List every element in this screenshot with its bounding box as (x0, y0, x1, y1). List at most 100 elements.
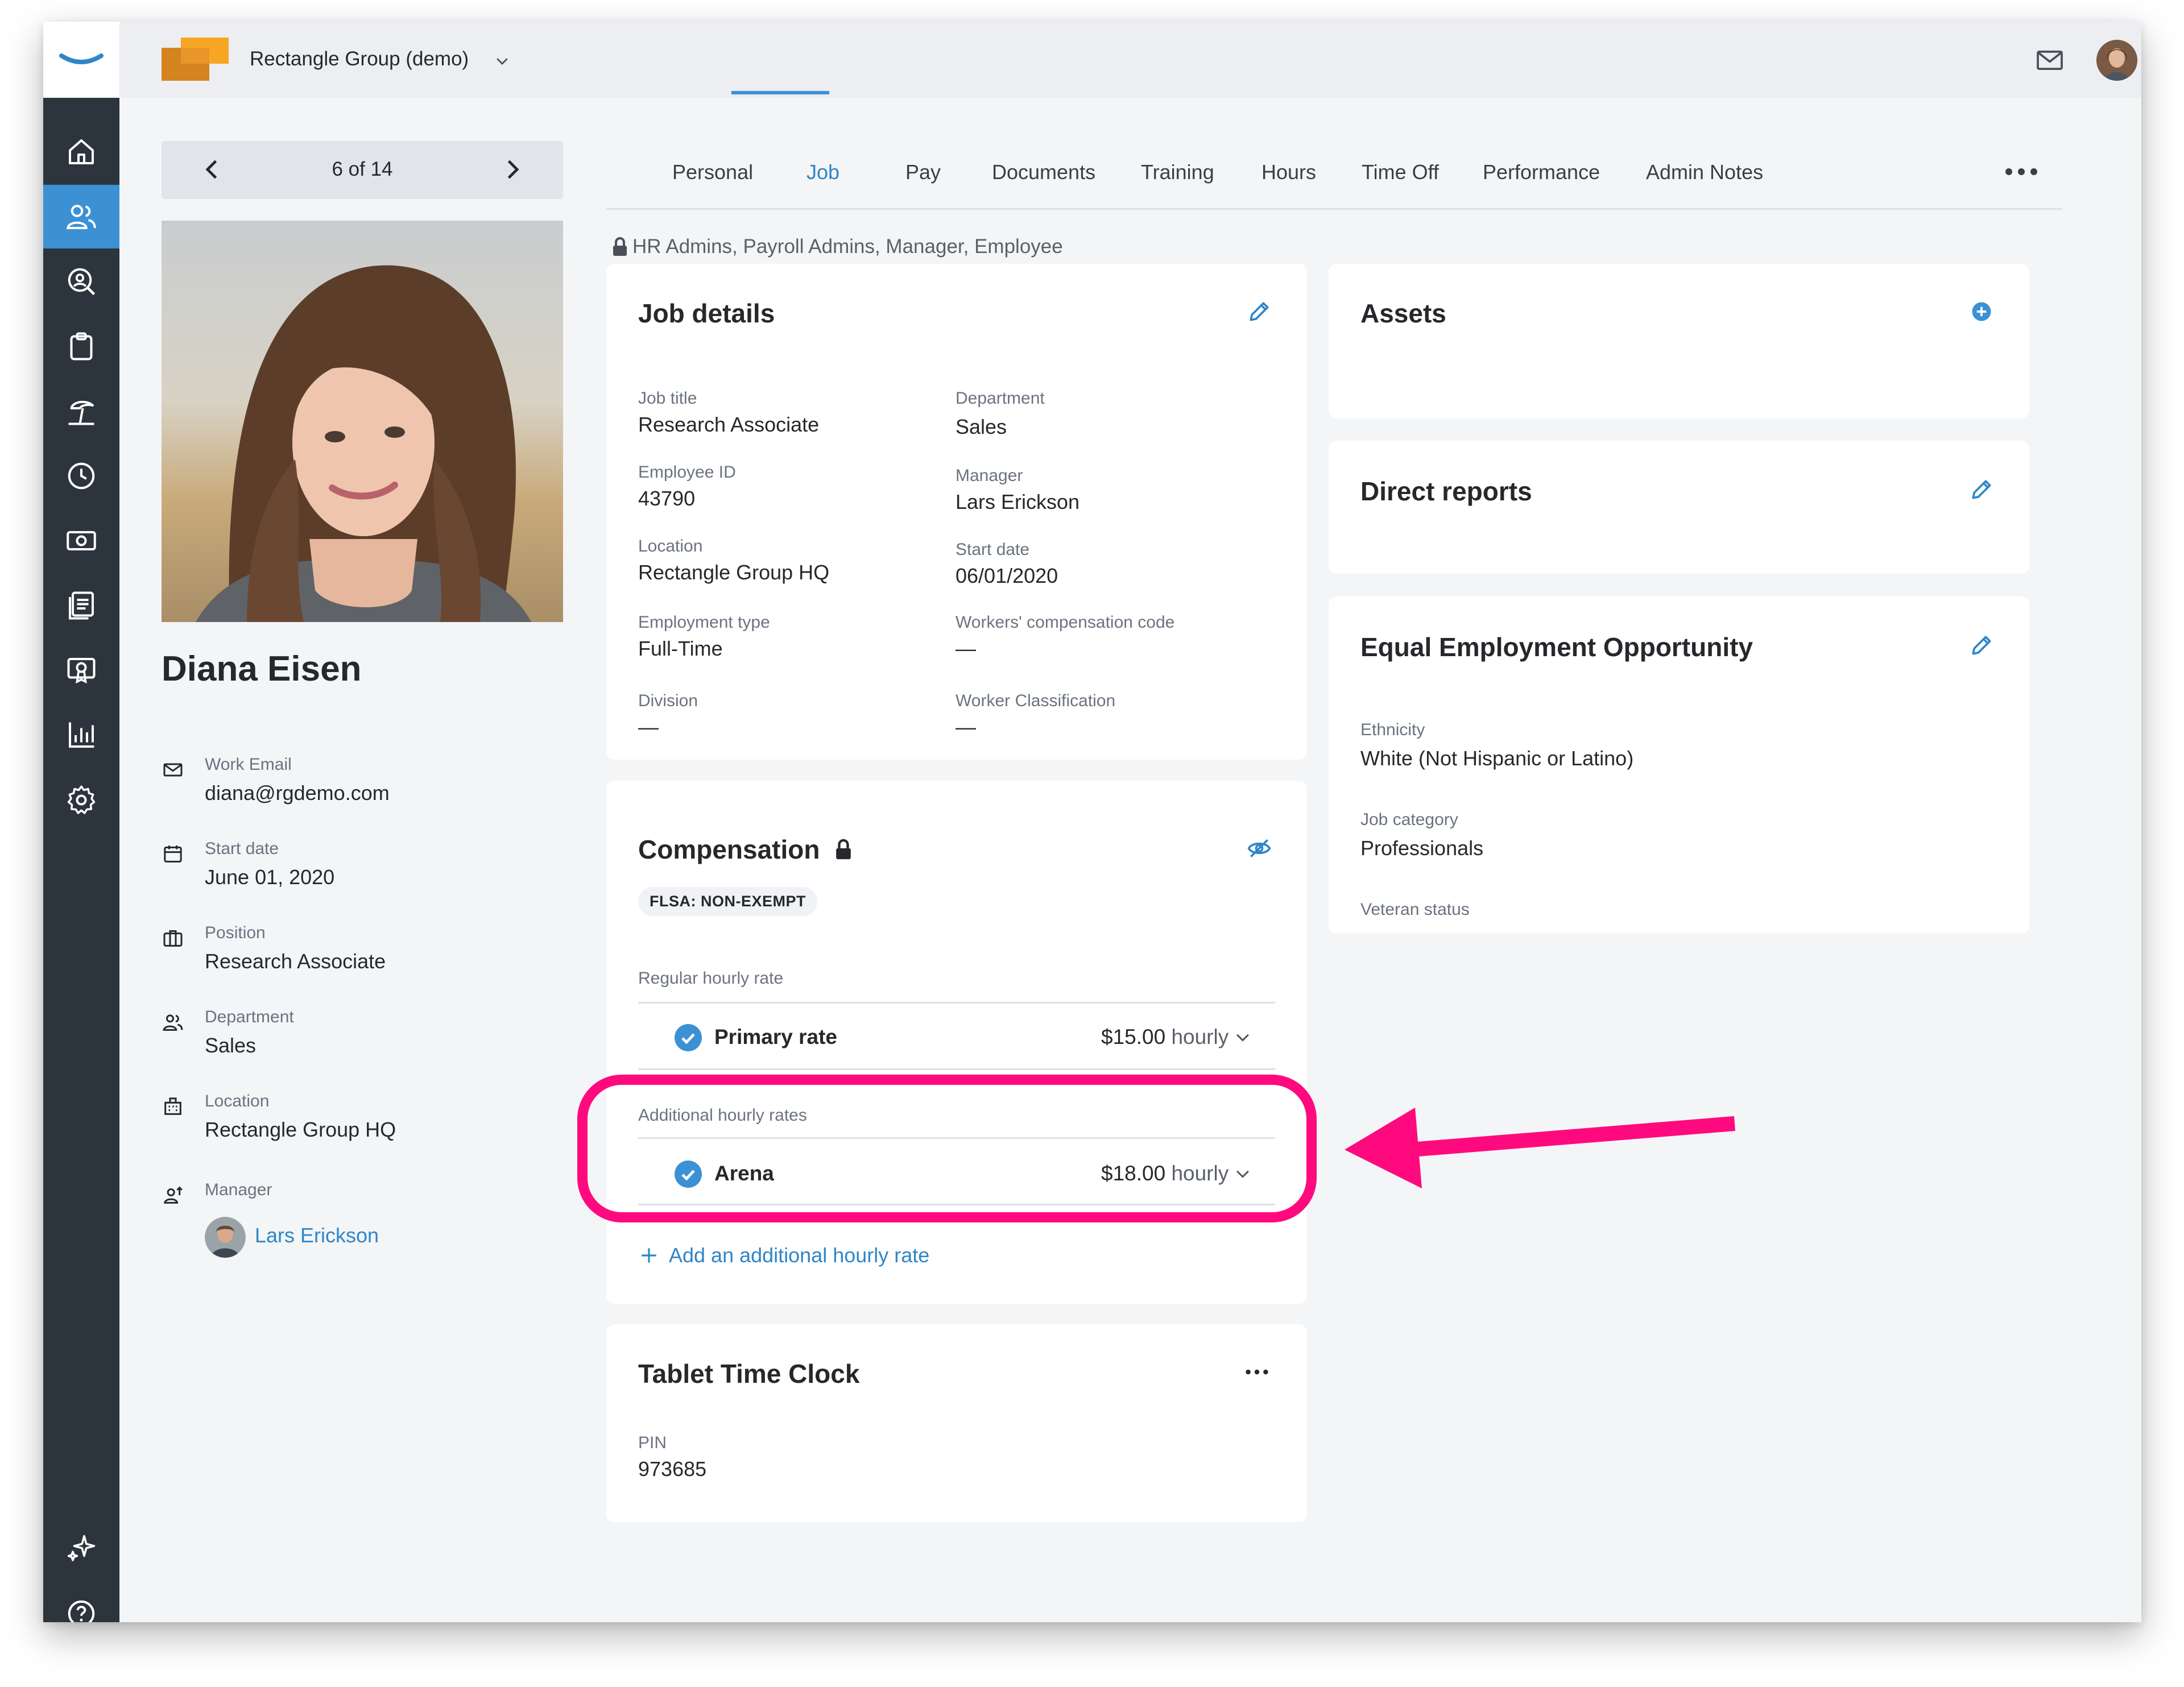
tab-documents[interactable]: Documents (992, 160, 1095, 184)
tab-personal[interactable]: Personal (672, 160, 753, 184)
profile-department: Department Sales (162, 1008, 560, 1076)
field-value: Professionals (1360, 836, 1484, 860)
nav-payroll[interactable] (43, 509, 119, 573)
field-value: 06/01/2020 (956, 564, 1058, 587)
people-icon (163, 1014, 183, 1031)
card-title: Equal Employment Opportunity (1360, 632, 1753, 662)
avatar-photo-icon (2096, 40, 2137, 81)
edit-pencil-icon[interactable] (1969, 633, 1994, 658)
field-label: Employee ID (638, 463, 736, 482)
nav-home[interactable] (43, 120, 119, 184)
compensation-title: Compensation (638, 835, 820, 864)
card-title: Direct reports (1360, 476, 1532, 506)
nav-help[interactable] (43, 1582, 119, 1622)
pin-label: PIN (638, 1433, 667, 1452)
field-label: Department (956, 389, 1045, 408)
manager-photo-icon (205, 1217, 246, 1258)
mail-icon (163, 763, 183, 777)
topbar: Rectangle Group (demo) (119, 22, 2141, 98)
assets-card: Assets (1329, 264, 2029, 418)
org-logo-icon (162, 38, 229, 81)
org-switcher[interactable]: Rectangle Group (demo) (119, 22, 552, 98)
flsa-badge: FLSA: NON-EXEMPT (638, 887, 817, 916)
tab-pay[interactable]: Pay (905, 160, 941, 184)
add-hourly-rate-link[interactable]: Add an additional hourly rate (669, 1244, 929, 1267)
profile-start-date: Start date June 01, 2020 (162, 839, 560, 907)
tab-hours[interactable]: Hours (1261, 160, 1316, 184)
nav-settings[interactable] (43, 768, 119, 832)
field-label: Job category (1360, 810, 1458, 829)
field-value: Full-Time (638, 637, 723, 660)
manager-icon (164, 1186, 183, 1204)
field-value[interactable]: diana@rgdemo.com (205, 781, 390, 805)
employee-pager: 6 of 14 (162, 141, 563, 199)
tab-performance[interactable]: Performance (1483, 160, 1600, 184)
field-label: Workers' compensation code (956, 613, 1175, 632)
nav-analytics[interactable] (43, 703, 119, 767)
manager-avatar[interactable] (205, 1217, 246, 1258)
nav-hours[interactable] (43, 444, 119, 508)
tab-admin-notes[interactable]: Admin Notes (1646, 160, 1763, 184)
rate-name: Primary rate (714, 1025, 837, 1048)
profile-work-email: Work Email diana@rgdemo.com (162, 755, 560, 823)
field-value: Sales (956, 415, 1007, 438)
field-value: — (638, 715, 659, 739)
plus-icon[interactable] (638, 1245, 660, 1266)
field-label: Employment type (638, 613, 770, 632)
field-label: Veteran status (1360, 900, 1470, 919)
profile-photo (162, 221, 563, 622)
annotation-highlight-box (577, 1075, 1317, 1222)
nav-training[interactable] (43, 639, 119, 702)
direct-reports-card: Direct reports (1329, 441, 2029, 574)
org-name: Rectangle Group (demo) (250, 48, 469, 70)
field-value: Rectangle Group HQ (205, 1118, 396, 1141)
profile-location: Location Rectangle Group HQ (162, 1092, 560, 1160)
app-logo[interactable] (43, 22, 119, 98)
rate-amount: $15.00 hourly (1101, 1025, 1228, 1049)
money-icon (67, 531, 96, 550)
hide-eye-icon[interactable] (1247, 836, 1272, 861)
nav-reports[interactable] (43, 574, 119, 637)
edit-pencil-icon[interactable] (1247, 299, 1272, 324)
user-avatar[interactable] (2096, 40, 2137, 81)
bar-chart-icon (69, 722, 94, 748)
tablet-time-clock-card: Tablet Time Clock PIN 973685 (606, 1324, 1307, 1522)
field-label: Department (205, 1008, 294, 1026)
sparkle-icon (67, 1535, 96, 1561)
employee-portrait-image (162, 221, 563, 622)
card-title: Compensation (638, 834, 852, 865)
edit-pencil-icon[interactable] (1969, 477, 1994, 502)
field-label: Division (638, 691, 698, 710)
nav-ai-assist[interactable] (43, 1517, 119, 1581)
field-value: 43790 (638, 487, 696, 510)
active-tab-indicator (731, 91, 829, 94)
nav-people[interactable] (43, 185, 119, 248)
chevron-right-icon[interactable] (499, 157, 524, 182)
nav-clipboard[interactable] (43, 314, 119, 378)
primary-rate-row[interactable]: Primary rate $15.00 hourly (638, 1004, 1275, 1072)
rate-value: $15.00 (1101, 1025, 1166, 1048)
reports-icon (69, 591, 94, 620)
field-label: Worker Classification (956, 691, 1116, 710)
tab-training[interactable]: Training (1141, 160, 1214, 184)
more-tabs-icon[interactable] (2003, 160, 2040, 183)
clock-icon (68, 462, 95, 490)
field-label: Manager (956, 466, 1023, 485)
building-icon (164, 1097, 181, 1115)
more-options-icon[interactable] (1243, 1364, 1271, 1380)
tab-job[interactable]: Job (806, 160, 839, 184)
field-value: June 01, 2020 (205, 865, 335, 889)
nav-search-people[interactable] (43, 250, 119, 313)
lock-icon (836, 839, 851, 860)
calendar-icon (164, 845, 182, 863)
nav-time-off[interactable] (43, 379, 119, 443)
chevron-down-icon[interactable] (1233, 1027, 1252, 1047)
home-icon (69, 139, 94, 164)
tab-time-off[interactable]: Time Off (1362, 160, 1439, 184)
eeo-card: Equal Employment Opportunity Ethnicity W… (1329, 596, 2029, 934)
mail-icon[interactable] (2034, 44, 2066, 76)
field-value: Sales (205, 1034, 257, 1057)
field-value: Lars Erickson (956, 490, 1080, 513)
add-circle-icon[interactable] (1971, 301, 1992, 322)
manager-link[interactable]: Lars Erickson (255, 1224, 379, 1247)
